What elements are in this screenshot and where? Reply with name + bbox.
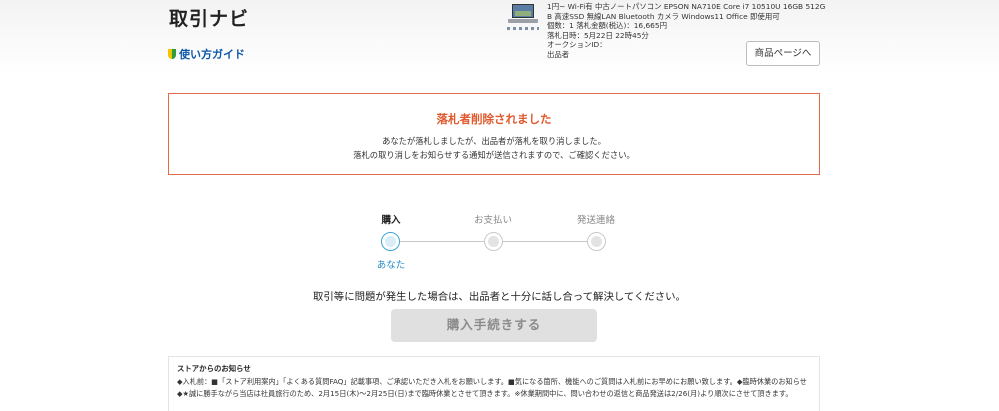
step-dot-shipping: [587, 232, 606, 251]
step-dot-payment: [484, 232, 503, 251]
step-label-purchase: 購入: [381, 215, 401, 226]
notice-line2: 落札の取り消しをお知らせする通知が送信されますので、ご確認ください。: [353, 150, 635, 160]
usage-guide-link[interactable]: 使い方ガイド: [168, 46, 245, 62]
step-label-shipping: 発送連絡: [576, 215, 615, 226]
page-title: 取引ナビ: [169, 8, 250, 30]
problem-message: 取引等に問題が発生した場合は、出品者と十分に話し合って解決してください。: [313, 291, 686, 303]
laptop-screen-image: [512, 4, 534, 18]
thumbnail-strip: [507, 27, 539, 30]
item-title-line1: 1円~ Wi-Fi有 中古ノートパソコン EPSON NA710E Core i…: [547, 2, 826, 11]
item-end-time: 落札日時：5月22日 22時45分: [547, 30, 649, 40]
header-band: [0, 0, 999, 75]
product-page-button[interactable]: 商品ページへ: [746, 41, 820, 66]
laptop-base-image: [508, 19, 538, 23]
current-step-you-label: あなた: [376, 260, 406, 271]
step-dot-purchase: [381, 232, 400, 251]
store-notice-title: ストアからのお知らせ: [177, 364, 251, 373]
notice-body: あなたが落札しましたが、出品者が落札を取り消しました。 落札の取り消しをお知らせ…: [169, 134, 819, 162]
purchase-procedure-button[interactable]: 購入手続きする: [391, 309, 597, 342]
store-notice-body: ◆入札前：■「ストア利用案内」「よくある質問FAQ」記載事項、ご承認いただき入札…: [177, 377, 807, 398]
store-notice-box: ストアからのお知らせ ◆入札前：■「ストア利用案内」「よくある質問FAQ」記載事…: [168, 356, 820, 411]
item-thumbnail[interactable]: [506, 4, 539, 34]
beginner-leaf-icon: [168, 49, 176, 59]
notice-line1: あなたが落札しましたが、出品者が落札を取り消しました。: [382, 136, 606, 146]
item-title-line2: B 高速SSD 無線LAN Bluetooth カメラ Windows11 Of…: [547, 11, 780, 21]
step-label-payment: お支払い: [473, 215, 512, 226]
step-connector-1: [400, 241, 484, 242]
usage-guide-label: 使い方ガイド: [179, 48, 245, 61]
notice-title: 落札者削除されました: [436, 112, 552, 126]
step-connector-2: [503, 241, 587, 242]
item-quantity-price: 個数：1 落札金額(税込)：16,665円: [547, 21, 667, 31]
winner-removed-notice: 落札者削除されました あなたが落札しましたが、出品者が落札を取り消しました。 落…: [168, 93, 820, 175]
